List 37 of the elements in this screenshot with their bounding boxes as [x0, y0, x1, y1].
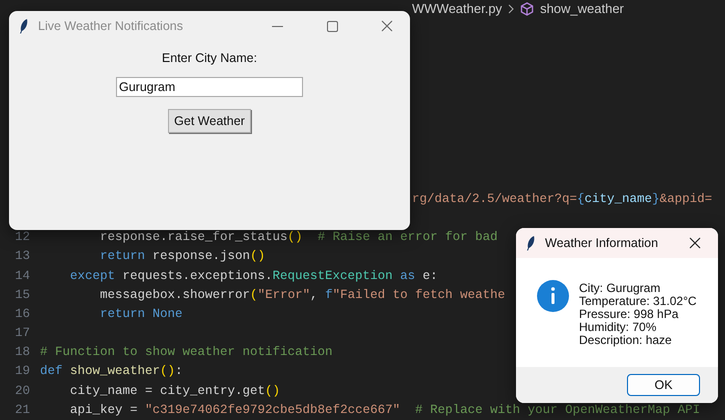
- line-number: 12: [14, 229, 31, 246]
- feather-icon: [19, 18, 29, 34]
- code-line: def show_weather():: [40, 363, 183, 380]
- line-number: 16: [14, 306, 31, 323]
- code-line: messagebox.showerror("Error", f"Failed to fetch weathe: [99, 286, 506, 304]
- code-line: return response.json(): [99, 248, 266, 266]
- breadcrumb-item[interactable]: show_weather: [540, 1, 624, 16]
- get-weather-button[interactable]: Get Weather: [168, 109, 251, 133]
- cube-icon: [520, 2, 534, 16]
- line-number: 21: [14, 402, 31, 419]
- ok-button[interactable]: OK: [627, 374, 700, 396]
- city-input-field[interactable]: Gurugram: [116, 77, 303, 97]
- line-number: 14: [14, 268, 31, 284]
- code-line: response.raise_for_status() # Raise an error for bad: [99, 229, 498, 246]
- info-icon: [537, 280, 569, 312]
- code-line: except requests.exceptions.RequestException as e:: [69, 268, 438, 284]
- code-line: city_name = city_entry.get(): [69, 382, 280, 400]
- line-number: 20: [14, 382, 31, 400]
- line-number: 19: [14, 363, 31, 380]
- city-label: Enter City Name:: [162, 51, 258, 65]
- window-title: Weather Information: [545, 236, 660, 250]
- window-title: Live Weather Notifications: [38, 19, 184, 33]
- weather-message: City: Gurugram Temperature: 31.02°C Pressure: 998 hPa Humidity: 70% Description: haze: [579, 280, 697, 349]
- feather-icon: [526, 235, 536, 251]
- close-icon: [689, 237, 701, 249]
- line-number: 15: [14, 286, 31, 304]
- line-number: 17: [14, 325, 31, 342]
- breadcrumb-item[interactable]: WWWeather.py: [412, 1, 502, 16]
- code-line: # Function to show weather notification: [40, 344, 333, 362]
- maximize-icon: [326, 20, 338, 32]
- chevron-icon: [508, 4, 514, 14]
- code-line: return None: [99, 306, 183, 323]
- line-number: 13: [14, 248, 31, 266]
- line-number: 18: [14, 344, 31, 362]
- code-line: rg/data/2.5/weather?q={city_name}&appid=: [412, 190, 712, 208]
- close-icon: [381, 20, 393, 32]
- code-line: api_key = "c319e74062fe9792cbe5db8ef2cce667" # Replace with your OpenWeatherMap API: [69, 402, 700, 419]
